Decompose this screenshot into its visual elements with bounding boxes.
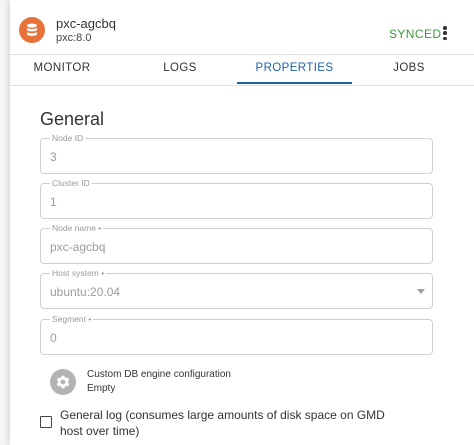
dropdown-arrow-icon[interactable] xyxy=(417,289,425,294)
engine-config-title: Custom DB engine configuration xyxy=(87,369,231,380)
node-id-value: 3 xyxy=(50,150,57,164)
segment-label: Segment • xyxy=(50,313,94,325)
engine-config-value: Empty xyxy=(87,383,116,394)
tab-bar: MONITOR LOGS PROPERTIES JOBS xyxy=(10,54,474,86)
tab-logs[interactable]: LOGS xyxy=(152,55,208,83)
engine-config-row[interactable]: Custom DB engine configuration Empty xyxy=(50,369,430,397)
host-system-select[interactable]: Host system • ubuntu:20.04 xyxy=(40,267,433,309)
node-name: pxc-agcbq xyxy=(56,16,116,31)
host-system-label: Host system • xyxy=(50,267,107,279)
node-name-value: pxc-agcbq xyxy=(50,240,106,254)
node-name-field[interactable]: Node name • pxc-agcbq xyxy=(40,222,433,264)
host-system-value: ubuntu:20.04 xyxy=(50,285,121,299)
general-log-checkbox[interactable] xyxy=(40,416,52,428)
cluster-id-value: 1 xyxy=(50,195,57,209)
database-icon xyxy=(19,17,45,43)
tab-monitor[interactable]: MONITOR xyxy=(24,55,100,83)
tab-jobs[interactable]: JOBS xyxy=(384,55,434,83)
tab-properties[interactable]: PROPERTIES xyxy=(237,55,352,83)
node-id-label: Node ID xyxy=(50,132,86,144)
segment-field[interactable]: Segment • 0 xyxy=(40,313,433,355)
node-id-field[interactable]: Node ID 3 xyxy=(40,132,433,174)
general-log-label: General log (consumes large amounts of d… xyxy=(60,408,385,438)
node-version: pxc:8.0 xyxy=(56,32,92,44)
node-name-label: Node name • xyxy=(50,222,104,234)
node-details-panel: pxc-agcbq pxc:8.0 SYNCED MONITOR LOGS PR… xyxy=(10,0,474,445)
more-vert-icon[interactable] xyxy=(438,24,452,42)
segment-value: 0 xyxy=(50,331,57,345)
gear-icon[interactable] xyxy=(50,369,76,395)
status-badge: SYNCED xyxy=(389,27,442,41)
cluster-id-field[interactable]: Cluster ID 1 xyxy=(40,177,433,219)
active-tab-indicator xyxy=(237,82,352,84)
section-title-general: General xyxy=(40,109,105,129)
node-header: pxc-agcbq pxc:8.0 SYNCED xyxy=(10,0,474,54)
cluster-id-label: Cluster ID xyxy=(50,177,92,189)
